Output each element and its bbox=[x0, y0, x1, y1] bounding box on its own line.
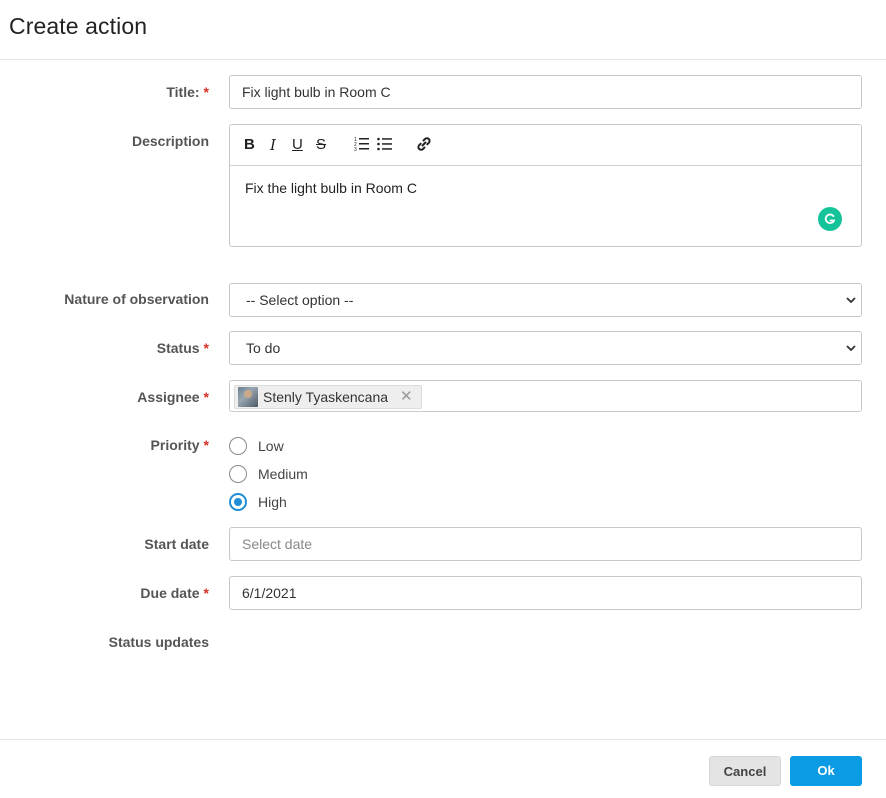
dialog-footer: Cancel Ok bbox=[0, 739, 886, 798]
nature-selected-value: -- Select option -- bbox=[246, 292, 354, 308]
ok-button[interactable]: Ok bbox=[790, 756, 862, 786]
priority-label: Priority * bbox=[150, 437, 209, 453]
bold-button[interactable]: B bbox=[244, 136, 255, 154]
description-label: Description bbox=[131, 133, 209, 149]
assignee-label: Assignee * bbox=[137, 389, 209, 405]
priority-high-label: High bbox=[258, 494, 287, 510]
required-marker: * bbox=[203, 585, 209, 601]
link-icon[interactable] bbox=[416, 136, 432, 154]
status-select[interactable]: To do bbox=[229, 331, 862, 365]
description-text: Fix the light bulb in Room C bbox=[245, 180, 417, 196]
required-marker: * bbox=[203, 389, 209, 405]
bullet-list-icon[interactable] bbox=[377, 136, 393, 154]
status-updates-label: Status updates bbox=[108, 634, 209, 650]
assignee-field[interactable]: Stenly Tyaskencana ✕ bbox=[229, 380, 862, 412]
start-date-input[interactable]: Select date bbox=[229, 527, 862, 561]
svg-text:3: 3 bbox=[354, 147, 357, 152]
required-marker: * bbox=[203, 340, 209, 356]
radio-medium[interactable] bbox=[229, 465, 247, 483]
radio-high[interactable] bbox=[229, 493, 247, 511]
due-date-label: Due date * bbox=[140, 585, 209, 601]
priority-option-medium[interactable]: Medium bbox=[229, 464, 308, 484]
editor-toolbar: B I U S 123 bbox=[230, 125, 861, 166]
priority-medium-label: Medium bbox=[258, 466, 308, 482]
radio-low[interactable] bbox=[229, 437, 247, 455]
nature-label: Nature of observation bbox=[64, 291, 209, 307]
priority-option-low[interactable]: Low bbox=[229, 436, 284, 456]
title-label: Title: * bbox=[166, 84, 209, 100]
dialog-title: Create action bbox=[9, 13, 148, 39]
grammarly-icon[interactable] bbox=[818, 207, 842, 231]
italic-button[interactable]: I bbox=[270, 136, 276, 154]
assignee-tag: Stenly Tyaskencana ✕ bbox=[234, 385, 422, 409]
assignee-name: Stenly Tyaskencana bbox=[263, 389, 389, 405]
status-label: Status * bbox=[156, 340, 209, 356]
remove-tag-icon[interactable]: ✕ bbox=[400, 389, 413, 404]
underline-button[interactable]: U bbox=[292, 136, 303, 154]
ordered-list-icon[interactable]: 123 bbox=[354, 136, 370, 154]
chevron-down-icon bbox=[846, 297, 856, 304]
status-selected-value: To do bbox=[246, 340, 281, 356]
title-input[interactable]: Fix light bulb in Room C bbox=[229, 75, 862, 109]
start-date-label: Start date bbox=[144, 536, 209, 552]
nature-select[interactable]: -- Select option -- bbox=[229, 283, 862, 317]
strikethrough-button[interactable]: S bbox=[316, 136, 326, 154]
priority-low-label: Low bbox=[258, 438, 284, 454]
avatar bbox=[238, 387, 258, 407]
description-editor[interactable]: B I U S 123 Fix the light bulb in Room C bbox=[229, 124, 862, 247]
priority-option-high[interactable]: High bbox=[229, 492, 287, 512]
required-marker: * bbox=[203, 84, 209, 100]
dialog-header: Create action bbox=[0, 0, 886, 60]
cancel-button[interactable]: Cancel bbox=[709, 756, 781, 786]
due-date-input[interactable]: 6/1/2021 bbox=[229, 576, 862, 610]
required-marker: * bbox=[203, 437, 209, 453]
chevron-down-icon bbox=[846, 345, 856, 352]
